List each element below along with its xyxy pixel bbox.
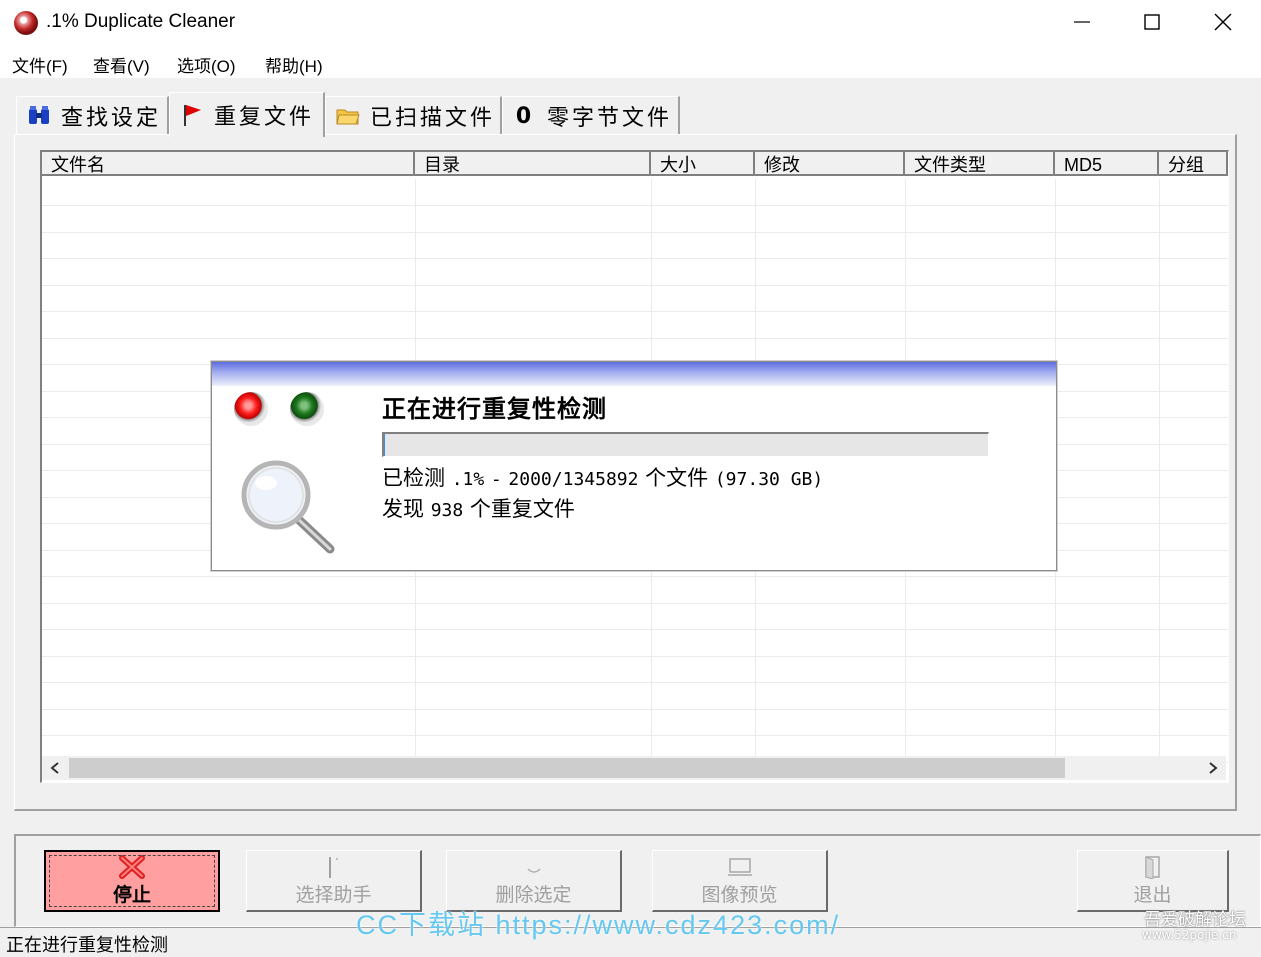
grid-row-line [42, 258, 1228, 259]
tab-label: 已扫描文件 [370, 106, 496, 131]
grid-row-line [42, 576, 1228, 577]
minimize-icon [1074, 21, 1090, 23]
column-header-filetype[interactable]: 文件类型 [905, 152, 1055, 176]
tab-label: 查找设定 [61, 106, 162, 131]
watermark-52pojie: 吾爱破解论坛 [1144, 910, 1246, 930]
scan-separator: - [490, 469, 502, 490]
menu-file[interactable]: 文件(F) [12, 52, 68, 77]
grid-row-line [42, 656, 1228, 657]
column-header-group[interactable]: 分组 [1159, 152, 1228, 176]
exit-button[interactable]: 退出 [1077, 850, 1229, 912]
grid-column-line [1159, 179, 1160, 759]
stop-button-label: 停止 [112, 884, 151, 906]
grid-row-line [42, 285, 1228, 286]
chevron-right-icon [1209, 762, 1218, 774]
grid-row-line [42, 682, 1228, 683]
door-exit-icon [1142, 854, 1164, 880]
found-suffix: 个重复文件 [469, 497, 575, 521]
dialog-title: 正在进行重复性检测 [382, 395, 607, 423]
found-prefix: 发现 [382, 497, 424, 521]
window-title: .1% Duplicate Cleaner [46, 11, 236, 32]
tab-label: 零字节文件 [547, 106, 673, 131]
scan-unit: 个文件 [645, 466, 709, 490]
grid-row-line [42, 629, 1228, 630]
scan-size: (97.30 GB) [714, 469, 824, 490]
grid-row-line [42, 709, 1228, 710]
horizontal-scrollbar[interactable] [42, 756, 1226, 780]
scan-prefix: 已检测 [382, 466, 445, 490]
minimize-button[interactable] [1047, 0, 1117, 44]
duplicates-found-text: 发现 938 个重复文件 [382, 493, 575, 523]
chevron-left-icon [50, 762, 59, 774]
scan-percent: .1% [451, 469, 485, 490]
dialog-banner [212, 362, 1056, 386]
watermark-52pojie-url: www.52pojie.cn [1142, 928, 1237, 942]
grid-row-line [42, 311, 1228, 312]
tab-label: 重复文件 [214, 105, 315, 130]
progress-dialog: 正在进行重复性检测 已检测 .1% - 2000/1345892 个文件 (97… [211, 361, 1057, 571]
progress-bar-fill [384, 434, 385, 456]
scroll-left-arrow[interactable] [42, 756, 68, 780]
maximize-icon [1144, 14, 1160, 30]
grid-row-line [42, 205, 1228, 206]
title-bar: .1% Duplicate Cleaner [0, 0, 1261, 44]
column-header-size[interactable]: 大小 [651, 152, 755, 176]
scan-count: 2000/1345892 [508, 469, 639, 490]
menu-help[interactable]: 帮助(H) [265, 52, 323, 77]
grid-row-line [42, 232, 1228, 233]
recycle-bin-icon [524, 854, 544, 880]
maximize-button[interactable] [1117, 0, 1187, 44]
grid-row-line [42, 603, 1228, 604]
column-header-filename[interactable]: 文件名 [42, 152, 415, 176]
app-icon [14, 11, 38, 35]
grid-row-line [42, 338, 1228, 339]
column-header-md5[interactable]: MD5 [1055, 152, 1159, 176]
column-header-modified[interactable]: 修改 [755, 152, 905, 176]
tab-duplicate-files[interactable]: 重复文件 [169, 92, 325, 137]
scrollbar-thumb[interactable] [69, 758, 1065, 778]
zero-icon: 0 [515, 103, 535, 129]
tab-zero-byte-files[interactable]: 0 零字节文件 [502, 96, 680, 135]
scroll-right-arrow[interactable] [1200, 756, 1226, 780]
image-preview-icon [727, 854, 753, 880]
folder-icon [336, 104, 360, 128]
stop-x-icon [118, 854, 146, 880]
menu-view[interactable]: 查看(V) [93, 52, 150, 77]
magnifier-icon [241, 460, 335, 554]
tab-search-settings[interactable]: 查找设定 [16, 96, 169, 135]
exit-label: 退出 [1133, 884, 1172, 906]
tab-scanned-files[interactable]: 已扫描文件 [325, 96, 502, 135]
grid-row-line [42, 735, 1228, 736]
red-flag-icon [180, 103, 204, 127]
progress-bar [382, 432, 989, 457]
status-text: 正在进行重复性检测 [6, 935, 168, 956]
red-light-icon [234, 392, 268, 426]
binoculars-icon [27, 104, 51, 128]
close-icon [1214, 13, 1232, 31]
grid-header: 文件名 目录 大小 修改 文件类型 MD5 分组 [42, 152, 1228, 179]
menu-options[interactable]: 选项(O) [177, 52, 236, 77]
scan-progress-text: 已检测 .1% - 2000/1345892 个文件 (97.30 GB) [382, 462, 823, 492]
found-count: 938 [430, 500, 464, 521]
close-button[interactable] [1188, 0, 1258, 44]
column-header-directory[interactable]: 目录 [415, 152, 651, 176]
flag-icon [324, 854, 344, 880]
watermark-cc: CC下载站 https://www.cdz423.com/ [356, 910, 841, 940]
green-light-icon [290, 392, 324, 426]
menu-bar: 文件(F) 查看(V) 选项(O) 帮助(H) [0, 44, 1261, 78]
stop-button[interactable]: 停止 [44, 850, 220, 912]
